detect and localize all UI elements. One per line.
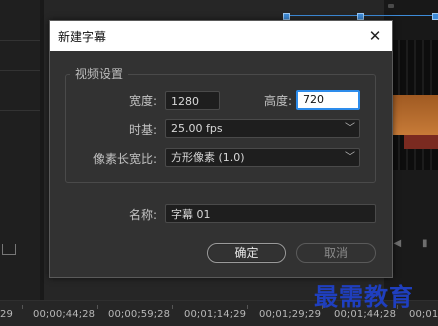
timecode-label: 00;00;44;28 (33, 309, 96, 320)
ruler-tick (172, 305, 173, 309)
cancel-button[interactable]: 取消 (296, 243, 376, 263)
chevron-down-icon: ﹀ (345, 123, 355, 134)
ruler-tick (247, 305, 248, 309)
selection-handle[interactable] (283, 13, 290, 20)
dialog-title: 新建字幕 (58, 30, 107, 44)
watermark-logo: 最需教育 (314, 282, 414, 311)
selection-handle[interactable] (432, 13, 438, 20)
height-field[interactable]: 720 (296, 90, 360, 110)
timecode-label: 00;00;59;28 (108, 309, 171, 320)
preview-object (404, 135, 438, 149)
timebase-label: 时基: (128, 123, 157, 137)
panel-row-divider (0, 40, 40, 41)
project-panel (0, 0, 41, 300)
width-field[interactable]: 1280 (165, 91, 220, 110)
pixel-aspect-value: 方形像素 (1.0) (171, 151, 245, 164)
ok-button[interactable]: 确定 (207, 243, 286, 263)
selection-handle[interactable] (357, 13, 364, 20)
width-label: 宽度: (128, 94, 157, 108)
panel-row-divider (0, 110, 40, 111)
video-settings-legend: 视频设置 (70, 65, 129, 82)
timecode-label: 00;01;29;29 (259, 309, 322, 320)
ruler-tick (97, 305, 98, 309)
keyboard-key (388, 4, 394, 8)
chevron-down-icon: ﹀ (345, 152, 355, 163)
height-label: 高度: (263, 94, 292, 108)
new-caption-dialog: 新建字幕 ✕ 视频设置 宽度: 1280 高度: 720 时基: 25.00 f… (49, 20, 393, 278)
close-icon[interactable]: ✕ (362, 23, 388, 49)
dialog-titlebar[interactable]: 新建字幕 ✕ (50, 21, 392, 51)
timebase-select[interactable]: 25.00 fps ﹀ (165, 119, 360, 138)
timecode-label: 00;01;14;29 (184, 309, 247, 320)
ruler-tick (22, 305, 23, 309)
panel-row-divider (0, 70, 40, 71)
more-controls-icon[interactable]: ▮ (422, 238, 428, 249)
export-icon[interactable] (2, 244, 16, 255)
name-label: 名称: (128, 208, 157, 222)
pixel-aspect-label: 像素长宽比: (92, 152, 157, 166)
name-field[interactable]: 字幕 01 (165, 204, 376, 223)
pixel-aspect-select[interactable]: 方形像素 (1.0) ﹀ (165, 148, 360, 167)
timebase-value: 25.00 fps (171, 122, 223, 135)
timecode-label: 29 (0, 309, 13, 320)
